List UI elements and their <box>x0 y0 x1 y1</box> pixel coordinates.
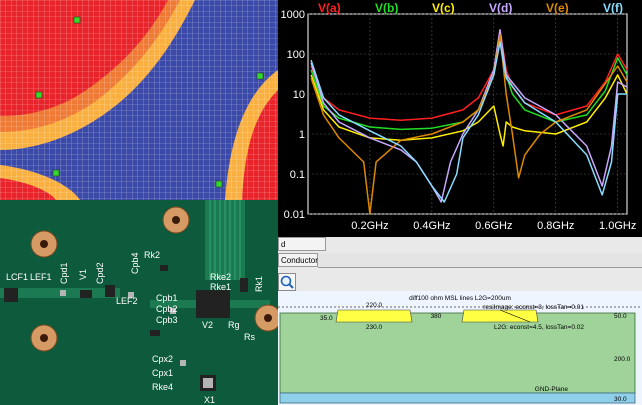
search-icon <box>280 275 294 289</box>
silk-cpx2: Cpx2 <box>152 354 173 364</box>
silk-rke1: Rke1 <box>210 282 231 292</box>
signal-trace-left <box>335 309 413 323</box>
silk-rk2: Rk2 <box>144 250 160 260</box>
y-tick-label: 10 <box>293 89 305 101</box>
legend-entry-3: V(d) <box>489 1 512 15</box>
x-tick-label: 0.2GHz <box>351 220 388 232</box>
silk-cpx1: Cpx1 <box>152 368 173 378</box>
x-tick-label: 0.8GHz <box>537 220 574 232</box>
field-heatmap-panel <box>0 0 278 200</box>
probe-marker <box>256 72 264 80</box>
legend-entry-4: V(e) <box>546 1 569 15</box>
ic-chip <box>196 290 230 318</box>
zoom-button[interactable] <box>278 273 296 291</box>
legend-entry-2: V(c) <box>432 1 455 15</box>
ground-plane <box>279 392 636 404</box>
legend-entry-1: V(b) <box>375 1 398 15</box>
silk-rke4: Rke4 <box>152 382 173 392</box>
air-layer-label: resiImage: econst=3, lossTan=0.01 <box>483 304 584 311</box>
probe-marker <box>35 91 43 99</box>
silk-cpb3: Cpb3 <box>156 315 178 325</box>
stackup-title: diff100 ohm MSL lines L2G=200um <box>409 295 511 302</box>
dielectric-layer-label: L2G: econst=4.5, lossTan=0.02 <box>494 324 584 331</box>
inductor <box>4 288 18 302</box>
silk-x1: X1 <box>204 395 215 405</box>
y-tick-label: 1 <box>299 129 305 141</box>
y-tick-label: 0.1 <box>290 169 305 181</box>
tab-conductors-1[interactable]: d Conductors <box>278 237 326 263</box>
chart-canvas: 1000 100 10 1 0.1 0.01 0.2GHz 0.4GHz 0.6GHz 0.8GH… <box>281 1 637 232</box>
silk-cpb2: Cpb2 <box>156 304 178 314</box>
silk-v2: V2 <box>202 320 213 330</box>
tab-conductors-2[interactable]: Conductors <box>278 253 322 267</box>
x-tick-label: 1.0GHz <box>599 220 636 232</box>
pcb-board: LCF1 LEF1 Cpd1 V1 Cpd2 LEF2 Cpb4 Rk2 Rke… <box>0 200 278 405</box>
dim-trace-width-bottom: 230.0 <box>366 324 383 331</box>
stackup-cross-section: diff100 ohm MSL lines L2G=200um 220.0 35… <box>278 291 642 405</box>
x-tick-label: 0.6GHz <box>475 220 512 232</box>
probe-marker <box>215 180 223 188</box>
silk-lcf1: LCF1 <box>6 272 28 282</box>
silk-rke2: Rke2 <box>210 272 231 282</box>
silk-lef1: LEF1 <box>30 272 52 282</box>
silk-cpb4: Cpb4 <box>130 252 140 274</box>
ground-plane-label: GND-Plane <box>535 386 569 393</box>
stackup-editor-window: d Conductors Conductors diff100 ohm MSL … <box>278 237 642 405</box>
silk-rg: Rg <box>228 320 240 330</box>
frequency-response-chart: 1000 100 10 1 0.1 0.01 0.2GHz 0.4GHz 0.6GHz 0.8GH… <box>278 0 642 237</box>
silk-rk1: Rk1 <box>254 276 264 292</box>
silk-cpd2: Cpd2 <box>95 262 105 284</box>
pcb-photo-panel: LCF1 LEF1 Cpd1 V1 Cpd2 LEF2 Cpb4 Rk2 Rke… <box>0 200 278 405</box>
dim-trace-width-top: 220.0 <box>366 302 383 309</box>
silk-cpb1: Cpb1 <box>156 293 178 303</box>
y-tick-label: 1000 <box>281 9 305 21</box>
signal-trace-right <box>461 309 539 323</box>
silk-rs: Rs <box>244 332 255 342</box>
legend-entry-0: V(a) <box>318 1 341 15</box>
silk-v1: V1 <box>78 269 88 280</box>
probe-marker <box>73 16 81 24</box>
dim-gap-left: 35.0 <box>320 315 333 322</box>
y-tick-label: 100 <box>287 49 305 61</box>
dim-dielectric-thickness: 200.0 <box>614 356 631 363</box>
x-tick-label: 0.4GHz <box>413 220 450 232</box>
dim-spacing: 380 <box>431 313 442 320</box>
silk-lef2: LEF2 <box>116 296 138 306</box>
y-tick-label: 0.01 <box>284 209 305 221</box>
mesh-grid <box>0 0 278 200</box>
dim-ground-thickness: 30.0 <box>614 396 627 403</box>
dim-top-thickness: 50.0 <box>614 313 627 320</box>
legend-entry-5: V(f) <box>603 1 623 15</box>
silk-cpd1: Cpd1 <box>59 262 69 284</box>
field-heatmap <box>0 0 278 200</box>
probe-marker <box>52 169 60 177</box>
